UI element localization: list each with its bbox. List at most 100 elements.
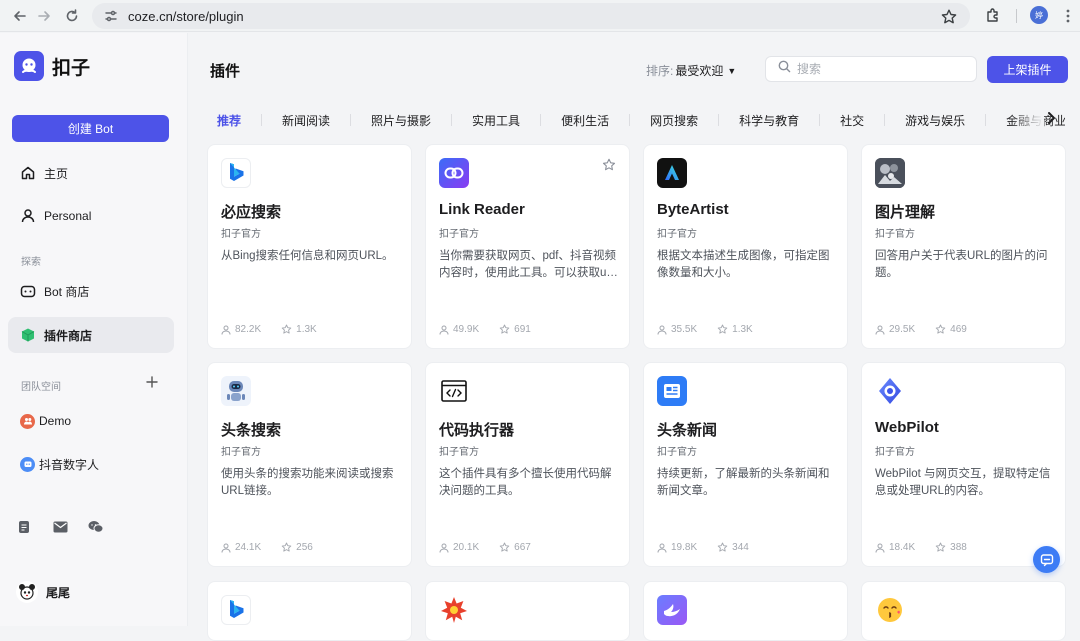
reload-icon[interactable] — [62, 6, 82, 26]
stars-count: 1.3K — [732, 324, 753, 335]
plugin-description: 根据文本描述生成图像，可指定图像数量和大小。 — [657, 250, 830, 279]
plugin-stats: 49.9K 691 — [439, 324, 551, 335]
tab-news[interactable]: 新闻阅读 — [272, 112, 340, 129]
star-icon — [281, 542, 292, 552]
users-count: 20.1K — [453, 542, 480, 553]
publish-plugin-button[interactable]: 上架插件 — [987, 56, 1068, 83]
sidebar-item-team-demo[interactable]: Demo — [8, 403, 174, 439]
plugin-card[interactable]: 代码执行器 扣子官方 这个插件具有多个擅长使用代码解决问题的工具。 20.1K … — [425, 362, 630, 567]
plugin-description: 使用头条的搜索功能来阅读或搜索URL链接。 — [221, 468, 394, 497]
plugin-card[interactable] — [643, 581, 848, 641]
more-menu-icon[interactable] — [1058, 6, 1078, 26]
create-bot-button[interactable]: 创建 Bot — [12, 115, 169, 142]
plugin-card[interactable] — [425, 581, 630, 641]
users-stat: 18.4K — [875, 542, 915, 553]
bookmark-star-icon[interactable] — [940, 8, 958, 26]
back-icon[interactable] — [10, 6, 30, 26]
code-icon — [439, 376, 469, 406]
sidebar-item-personal[interactable]: Personal — [8, 198, 174, 234]
plugin-card[interactable]: 头条新闻 扣子官方 持续更新，了解最新的头条新闻和新闻文章。 19.8K 344 — [643, 362, 848, 567]
users-icon — [221, 325, 231, 335]
search-input[interactable] — [797, 62, 957, 76]
tab-photo[interactable]: 照片与摄影 — [361, 112, 441, 129]
tab-web-search[interactable]: 网页搜索 — [640, 112, 708, 129]
plugin-author: 扣子官方 — [439, 229, 479, 240]
team-avatar-icon — [20, 413, 35, 429]
sidebar-item-label: 插件商店 — [44, 328, 93, 343]
tab-divider — [985, 114, 987, 126]
tab-utilities[interactable]: 实用工具 — [462, 112, 530, 129]
toolbar-divider — [1016, 9, 1017, 23]
sidebar-item-label: Demo — [39, 414, 72, 428]
sidebar-item-team-douyin[interactable]: 抖音数字人 — [8, 446, 174, 482]
byteartist-icon — [657, 158, 687, 188]
plugin-card[interactable]: 必应搜索 扣子官方 从Bing搜索任何信息和网页URL。 82.2K 1.3K — [207, 144, 412, 349]
search-box[interactable] — [765, 56, 977, 82]
user-profile[interactable]: 尾尾 — [16, 581, 70, 603]
chevron-right-icon[interactable] — [1046, 111, 1056, 128]
plugin-card[interactable]: 图片理解 扣子官方 回答用户关于代表URL的图片的问题。 29.5K 469 — [861, 144, 1066, 349]
team-section-label: 团队空间 — [21, 382, 61, 393]
tab-divider — [718, 114, 720, 126]
tab-recommended[interactable]: 推荐 — [207, 112, 251, 129]
plugin-card[interactable]: ByteArtist 扣子官方 根据文本描述生成图像，可指定图像数量和大小。 3… — [643, 144, 848, 349]
plugin-author: 扣子官方 — [875, 229, 915, 240]
coze-logo-icon — [14, 51, 44, 81]
users-stat: 82.2K — [221, 324, 261, 335]
add-team-button[interactable] — [146, 375, 158, 393]
tab-divider — [261, 114, 263, 126]
profile-avatar[interactable]: 婷 — [1030, 6, 1048, 24]
plugin-title: 头条新闻 — [657, 422, 718, 439]
users-count: 82.2K — [235, 324, 262, 335]
app-logo[interactable]: 扣子 — [14, 51, 90, 81]
plugin-card[interactable]: WebPilot 扣子官方 WebPilot 与网页交互，提取特定信息或处理UR… — [861, 362, 1066, 567]
sidebar-footer-icons — [16, 519, 124, 535]
document-icon[interactable] — [16, 519, 32, 535]
caret-down-icon: ▼ — [727, 65, 737, 76]
tab-divider — [819, 114, 821, 126]
users-icon — [875, 543, 885, 553]
star-icon — [935, 324, 946, 334]
sort-dropdown[interactable]: 排序: 最受欢迎 ▼ — [646, 62, 736, 79]
favorite-star-icon[interactable] — [602, 158, 616, 172]
users-count: 18.4K — [889, 542, 916, 553]
forward-icon[interactable] — [34, 6, 54, 26]
plugin-title: 图片理解 — [875, 204, 936, 221]
address-bar[interactable]: coze.cn/store/plugin — [92, 3, 970, 29]
wechat-icon[interactable] — [88, 519, 104, 535]
plugin-card[interactable]: Link Reader 扣子官方 当你需要获取网页、pdf、抖音视频内容时，使用… — [425, 144, 630, 349]
users-stat: 29.5K — [875, 324, 915, 335]
stars-stat: 667 — [499, 542, 531, 553]
plugin-stats: 20.1K 667 — [439, 542, 551, 553]
plugin-card[interactable]: 头条搜索 扣子官方 使用头条的搜索功能来阅读或搜索URL链接。 24.1K 25… — [207, 362, 412, 567]
star-icon — [717, 324, 728, 334]
tab-social[interactable]: 社交 — [830, 112, 874, 129]
cube-icon — [20, 327, 36, 343]
sidebar-item-home[interactable]: 主页 — [8, 155, 174, 191]
page-title: 插件 — [210, 63, 241, 80]
extensions-icon[interactable] — [984, 6, 1004, 26]
chat-icon — [1040, 553, 1053, 566]
plugin-description: 持续更新，了解最新的头条新闻和新闻文章。 — [657, 468, 830, 497]
tabs-fade — [1010, 108, 1044, 132]
plugin-description: 当你需要获取网页、pdf、抖音视频内容时，使用此工具。可以获取url链接下的标题… — [439, 250, 616, 279]
plugin-title: 头条搜索 — [221, 422, 282, 439]
users-icon — [657, 325, 667, 335]
user-name: 尾尾 — [46, 585, 71, 600]
plugin-stats: 35.5K 1.3K — [657, 324, 773, 335]
tab-divider — [884, 114, 886, 126]
help-chat-button[interactable] — [1033, 546, 1060, 573]
plugin-card[interactable] — [207, 581, 412, 641]
users-icon — [221, 543, 231, 553]
users-stat: 35.5K — [657, 324, 697, 335]
sidebar-item-plugin-store[interactable]: 插件商店 — [8, 317, 174, 353]
plugin-card[interactable] — [861, 581, 1066, 641]
site-settings-icon[interactable] — [102, 7, 120, 25]
stars-count: 256 — [296, 542, 313, 553]
tab-science[interactable]: 科学与教育 — [729, 112, 809, 129]
tab-lifestyle[interactable]: 便利生活 — [551, 112, 619, 129]
mail-icon[interactable] — [52, 519, 68, 535]
sidebar-item-bot-store[interactable]: Bot 商店 — [8, 273, 174, 309]
image-understand-icon — [875, 158, 905, 188]
tab-games[interactable]: 游戏与娱乐 — [895, 112, 975, 129]
